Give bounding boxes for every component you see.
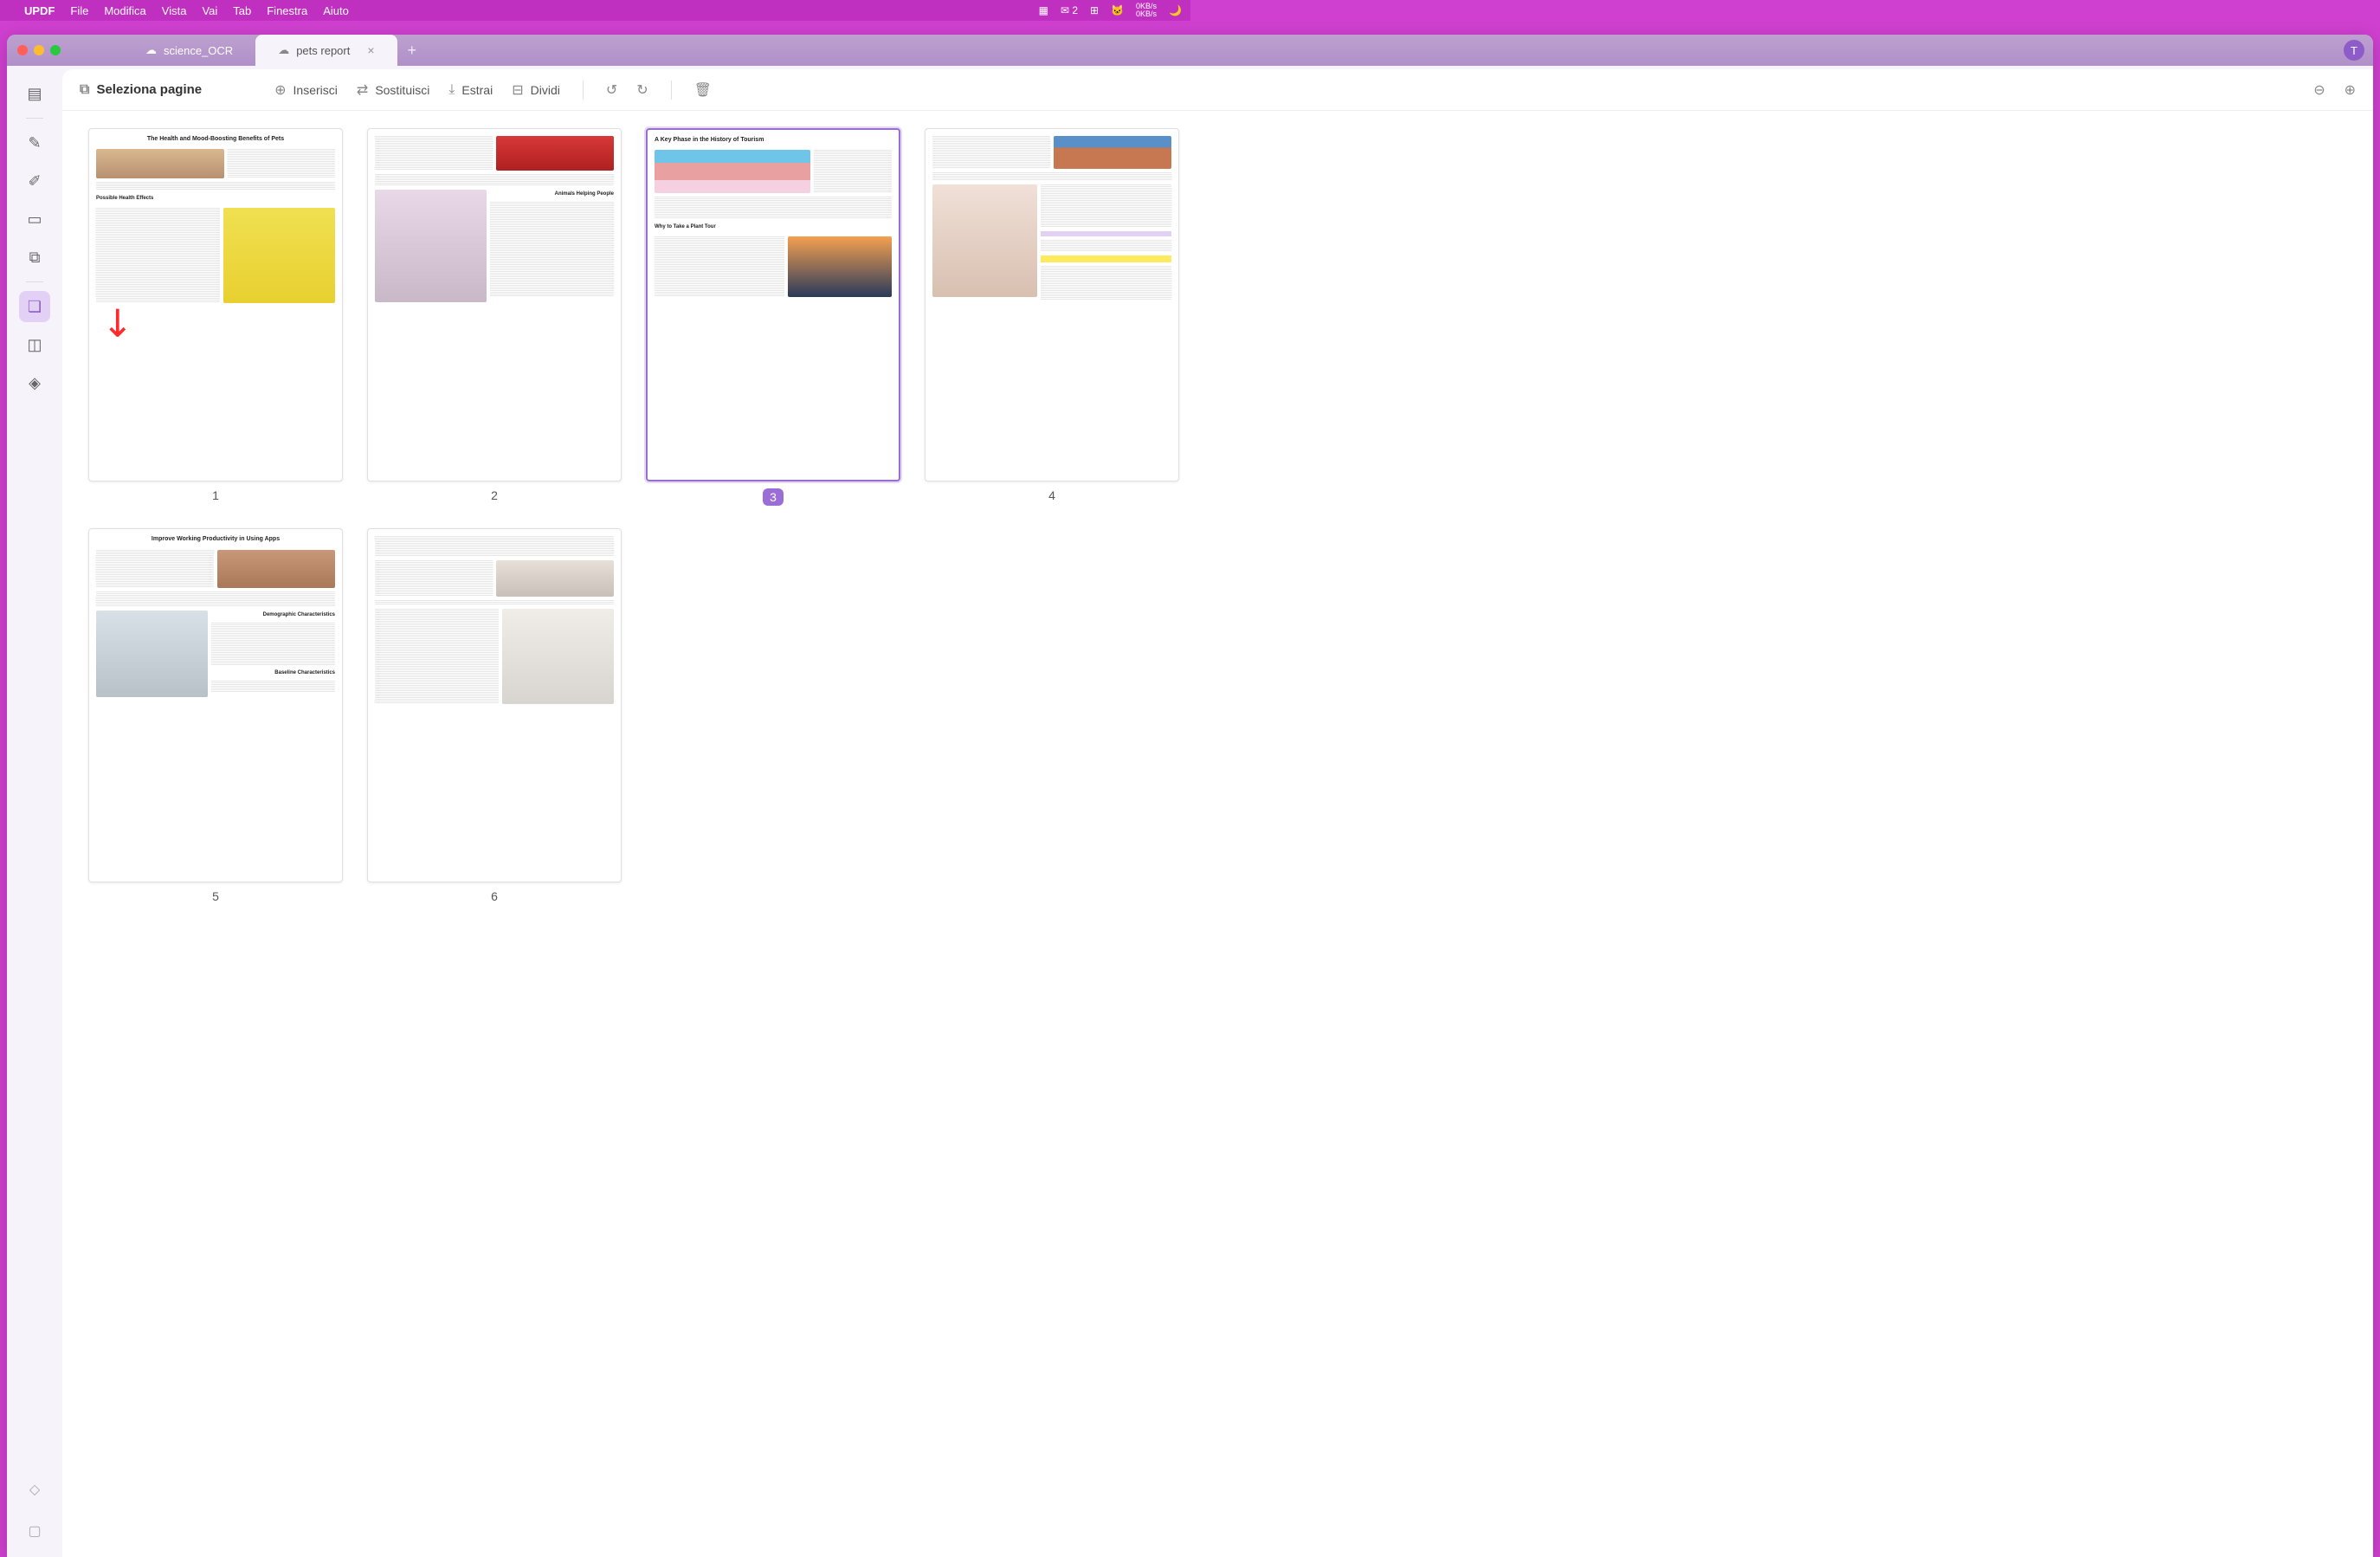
user-avatar[interactable]: T [2344, 40, 2364, 61]
page-thumb-4[interactable]: 4 [925, 128, 1179, 506]
tab-label: pets report [296, 44, 350, 57]
zoom-out-icon: ⊖ [2313, 81, 2325, 99]
select-icon: ⧉ [80, 82, 89, 98]
sidebar-highlight[interactable]: ✎ [19, 127, 50, 158]
page-number: 4 [1048, 488, 1055, 502]
close-window-button[interactable] [17, 45, 28, 55]
sidebar-text[interactable]: ▭ [19, 204, 50, 235]
cloud-icon: ☁ [278, 43, 289, 57]
network-speed: 0KB/s0KB/s [1136, 3, 1157, 18]
sidebar-bookmark[interactable]: ▢ [19, 1515, 50, 1547]
status-icon[interactable]: ▦ [1039, 4, 1048, 16]
page-subheading: Why to Take a Plant Tour [655, 224, 892, 230]
page-title: Improve Working Productivity in Using Ap… [96, 536, 335, 543]
sidebar-crop[interactable]: ◫ [19, 329, 50, 360]
extract-button[interactable]: ⤓Estrai [448, 82, 493, 98]
rotate-right-button[interactable]: ↻ [636, 81, 648, 99]
split-icon: ⊟ [512, 81, 523, 99]
page-thumb-3[interactable]: A Key Phase in the History of Tourism Wh… [646, 128, 900, 506]
status-icon[interactable]: ⊞ [1090, 4, 1099, 16]
sidebar-watermark[interactable]: ◈ [19, 367, 50, 398]
menu-edit[interactable]: Modifica [104, 4, 145, 17]
page-number: 6 [491, 889, 498, 903]
page-number: 5 [212, 889, 219, 903]
sidebar-layers[interactable]: ◇ [19, 1474, 50, 1505]
status-icon[interactable]: 🌙 [1169, 4, 1182, 16]
menu-file[interactable]: File [70, 4, 88, 17]
page-title: The Health and Mood-Boosting Benefits of… [96, 136, 335, 143]
menu-tab[interactable]: Tab [233, 4, 251, 17]
sidebar: ▤ ✎ ✐ ▭ ⧉ ❏ ◫ ◈ ◇ ▢ [7, 66, 62, 1557]
page-grid[interactable]: ↘ The Health and Mood-Boosting Benefits … [62, 111, 2373, 1557]
menu-help[interactable]: Aiuto [323, 4, 349, 17]
window-controls [7, 45, 71, 55]
page-number: 3 [763, 488, 784, 506]
status-icon[interactable]: ✉ 2 [1061, 4, 1078, 16]
menu-go[interactable]: Vai [202, 4, 217, 17]
split-button[interactable]: ⊟Dividi [512, 81, 560, 99]
zoom-in-button[interactable]: ⊕ [2345, 81, 2356, 99]
main-panel: ⧉Seleziona pagine ⊕Inserisci ⇄Sostituisc… [62, 69, 2373, 1557]
tab-label: science_OCR [164, 44, 233, 57]
trash-icon: 🗑 [694, 81, 712, 99]
system-menubar: UPDF File Modifica Vista Vai Tab Finestr… [0, 0, 1190, 21]
page-title: A Key Phase in the History of Tourism [655, 137, 892, 144]
page-thumb-1[interactable]: The Health and Mood-Boosting Benefits of… [88, 128, 343, 506]
rotate-left-button[interactable]: ↺ [606, 81, 617, 99]
replace-button[interactable]: ⇄Sostituisci [357, 81, 429, 99]
cloud-icon: ☁ [145, 43, 157, 57]
sidebar-reader[interactable]: ▤ [19, 78, 50, 109]
app-menu[interactable]: UPDF [24, 4, 55, 17]
tab-bar: ☁ science_OCR ☁ pets report × + T [7, 35, 2373, 66]
page-subheading: Baseline Characteristics [211, 670, 335, 676]
sidebar-edit[interactable]: ✐ [19, 165, 50, 197]
sidebar-form[interactable]: ⧉ [19, 242, 50, 273]
page-subheading: Animals Helping People [490, 191, 614, 197]
page-thumb-2[interactable]: Animals Helping People 2 [367, 128, 622, 506]
insert-button[interactable]: ⊕Inserisci [274, 81, 338, 99]
menu-view[interactable]: Vista [162, 4, 187, 17]
app-window: ☁ science_OCR ☁ pets report × + T ▤ ✎ ✐ … [7, 35, 2373, 1557]
page-number: 1 [212, 488, 219, 502]
replace-icon: ⇄ [357, 81, 368, 99]
status-icon[interactable]: 🐱 [1111, 4, 1124, 16]
page-number: 2 [491, 488, 498, 502]
fullscreen-window-button[interactable] [50, 45, 61, 55]
page-subheading: Possible Health Effects [96, 196, 335, 202]
add-tab-button[interactable]: + [397, 42, 428, 60]
page-thumb-6[interactable]: 6 [367, 528, 622, 902]
rotate-right-icon: ↻ [636, 81, 648, 99]
zoom-in-icon: ⊕ [2345, 81, 2356, 99]
page-thumb-5[interactable]: Improve Working Productivity in Using Ap… [88, 528, 343, 902]
select-pages-button[interactable]: ⧉Seleziona pagine [80, 82, 202, 98]
tab-pets-report[interactable]: ☁ pets report × [255, 35, 397, 66]
page-toolbar: ⧉Seleziona pagine ⊕Inserisci ⇄Sostituisc… [62, 69, 2373, 111]
insert-icon: ⊕ [274, 81, 286, 99]
extract-icon: ⤓ [448, 82, 455, 98]
zoom-out-button[interactable]: ⊖ [2313, 81, 2325, 99]
delete-button[interactable]: 🗑 [694, 81, 712, 99]
minimize-window-button[interactable] [34, 45, 44, 55]
tab-science-ocr[interactable]: ☁ science_OCR [123, 35, 255, 66]
page-subheading: Demographic Characteristics [211, 612, 335, 618]
sidebar-pages[interactable]: ❏ [19, 291, 50, 322]
menu-window[interactable]: Finestra [267, 4, 307, 17]
close-tab-button[interactable]: × [367, 43, 374, 57]
rotate-left-icon: ↺ [606, 81, 617, 99]
